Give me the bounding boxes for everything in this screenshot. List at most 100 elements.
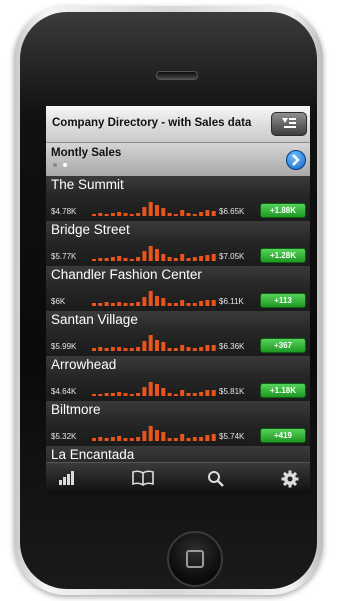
- sparkline-bar: [180, 390, 185, 396]
- store-row[interactable]: The Summit $4.78K $6.65K +1.88K: [46, 176, 310, 223]
- sparkline-bar: [148, 382, 153, 396]
- store-row[interactable]: Arrowhead $4.64K $5.81K +1.18K: [46, 356, 310, 403]
- sparkline-bar: [92, 303, 96, 306]
- sales-sparkline: [92, 246, 216, 261]
- sparkline-bar: [205, 345, 210, 351]
- sparkline-bar: [129, 214, 134, 216]
- sales-sparkline: [92, 335, 216, 351]
- app-screen: Company Directory - with Sales data Mont…: [46, 106, 310, 494]
- sparkline-bar: [155, 340, 159, 351]
- sparkline-bar: [123, 213, 128, 216]
- sales-sparkline: [92, 202, 216, 216]
- sparkline-bar: [186, 303, 191, 306]
- page-title: Company Directory - with Sales data: [52, 117, 252, 129]
- menu-button[interactable]: [271, 112, 307, 136]
- sparkline-bar: [167, 393, 172, 396]
- sparkline-bar: [161, 208, 166, 216]
- section-header[interactable]: Montly Sales: [46, 143, 310, 176]
- sparkline-bar: [161, 342, 166, 351]
- sales-change-badge: +367: [260, 338, 306, 353]
- sales-max-value: $6.65K: [219, 207, 245, 216]
- sparkline-bar: [167, 348, 172, 351]
- chevron-right-icon: [292, 154, 300, 166]
- tab-settings[interactable]: [270, 463, 310, 494]
- store-row[interactable]: Chandler Fashion Center $6K $6.11K +113: [46, 266, 310, 313]
- sparkline-bar: [129, 394, 134, 396]
- sparkline-bar: [199, 212, 204, 216]
- sparkline-bar: [199, 256, 204, 261]
- sparkline-bar: [192, 437, 197, 441]
- sparkline-bar: [155, 430, 159, 441]
- sparkline-bar: [211, 434, 216, 441]
- tab-search[interactable]: [196, 463, 236, 494]
- store-row[interactable]: Bridge Street $5.77K $7.05K +1.28K: [46, 221, 310, 268]
- sparkline-bar: [117, 256, 122, 261]
- sparkline-bar: [192, 348, 197, 351]
- sparkline-bar: [136, 437, 141, 441]
- sparkline-bar: [92, 394, 96, 396]
- gear-icon: [281, 470, 299, 488]
- tab-charts[interactable]: [46, 463, 86, 494]
- tab-directory[interactable]: [121, 463, 161, 494]
- sparkline-bar: [148, 291, 153, 306]
- sparkline-bar: [192, 303, 197, 306]
- sparkline-bar: [110, 213, 115, 216]
- sparkline-bar: [167, 257, 172, 261]
- sales-change-badge: +113: [260, 293, 306, 308]
- store-name: Santan Village: [51, 312, 138, 327]
- search-icon: [208, 471, 224, 487]
- sparkline-bar: [136, 213, 141, 216]
- earpiece-speaker: [156, 71, 198, 80]
- sparkline-bar: [155, 384, 159, 396]
- sparkline-bar: [136, 302, 141, 306]
- sparkline-bar: [98, 437, 103, 441]
- sparkline-bar: [104, 348, 109, 351]
- sparkline-bar: [173, 394, 178, 396]
- sparkline-bar: [123, 438, 128, 441]
- sales-min-value: $4.78K: [51, 207, 77, 216]
- sparkline-bar: [136, 393, 141, 396]
- sparkline-bar: [104, 258, 109, 261]
- sparkline-bar: [117, 436, 122, 441]
- sales-change-badge: +1.18K: [260, 383, 306, 398]
- sparkline-bar: [173, 258, 178, 261]
- disclosure-button[interactable]: [286, 150, 306, 170]
- home-button[interactable]: [167, 531, 223, 587]
- sparkline-bar: [129, 259, 134, 261]
- store-name: Bridge Street: [51, 222, 130, 237]
- sparkline-bar: [167, 438, 172, 441]
- sparkline-bar: [110, 437, 115, 441]
- navigation-bar: Company Directory - with Sales data: [46, 106, 310, 143]
- sparkline-bar: [155, 205, 159, 216]
- store-row[interactable]: Biltmore $5.32K $5.74K +419: [46, 401, 310, 448]
- sparkline-bar: [186, 393, 191, 396]
- sales-min-value: $5.99K: [51, 342, 77, 351]
- sparkline-bar: [123, 258, 128, 261]
- sparkline-bar: [123, 303, 128, 306]
- sparkline-bar: [123, 393, 128, 396]
- sparkline-bar: [117, 302, 122, 306]
- sales-max-value: $7.05K: [219, 252, 245, 261]
- sparkline-bar: [199, 301, 204, 306]
- sparkline-bar: [205, 435, 210, 441]
- sparkline-bar: [142, 431, 147, 441]
- sparkline-bar: [173, 214, 178, 216]
- sparkline-bar: [142, 387, 147, 396]
- sparkline-bar: [161, 254, 166, 261]
- sparkline-bar: [186, 258, 191, 261]
- home-square-icon: [186, 550, 204, 568]
- sparkline-bar: [180, 434, 185, 441]
- sales-sparkline: [92, 382, 216, 396]
- sparkline-bar: [199, 437, 204, 441]
- sales-max-value: $6.36K: [219, 342, 245, 351]
- sales-min-value: $5.77K: [51, 252, 77, 261]
- sparkline-bar: [211, 300, 216, 306]
- store-name: The Summit: [51, 177, 124, 192]
- sales-change-badge: +1.88K: [260, 203, 306, 218]
- store-row[interactable]: Santan Village $5.99K $6.36K +367: [46, 311, 310, 358]
- sales-max-value: $5.74K: [219, 432, 245, 441]
- sparkline-bar: [211, 254, 216, 261]
- sparkline-bar: [123, 348, 128, 351]
- sparkline-bar: [104, 302, 109, 306]
- sparkline-bar: [129, 348, 134, 351]
